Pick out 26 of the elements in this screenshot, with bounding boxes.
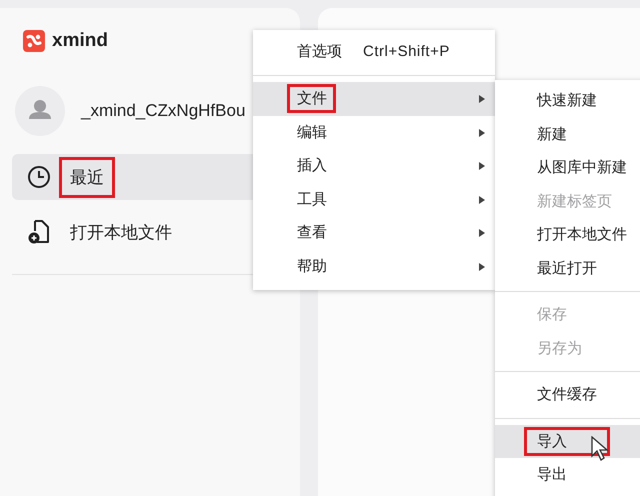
menu-item[interactable]: 文件缓存 (495, 378, 640, 412)
menu-item[interactable]: 帮助 (253, 250, 495, 283)
menu-item[interactable]: 导出 (495, 458, 640, 492)
menu-item[interactable]: 新建 (495, 118, 640, 151)
menu-item[interactable]: 首选项 Ctrl+Shift+P (253, 33, 495, 69)
menu-item[interactable]: 最近打开 (495, 252, 640, 285)
cursor-icon (591, 436, 609, 462)
logo-text: xmind (52, 30, 108, 52)
menu-item[interactable]: 查看 (253, 216, 495, 250)
submenu-arrow-icon (479, 229, 485, 237)
menu-item[interactable]: 编辑 (253, 116, 495, 149)
submenu-arrow-icon (479, 262, 485, 270)
submenu-arrow-icon (479, 196, 485, 204)
menu-item[interactable]: 快速新建 (495, 84, 640, 118)
menu-item[interactable]: 打开本地文件 (495, 218, 640, 252)
avatar-icon[interactable] (15, 86, 65, 136)
user-name[interactable]: _xmind_CZxNgHfBou (81, 101, 246, 121)
menu-item[interactable]: 从图库中新建 (495, 151, 640, 184)
menu-item[interactable]: 导入 (495, 424, 640, 458)
menu-item[interactable]: 文件 (253, 82, 495, 116)
submenu-arrow-icon (479, 128, 485, 136)
submenu-arrow-icon (479, 95, 485, 103)
file-plus-icon (27, 219, 51, 245)
submenu-arrow-icon (479, 162, 485, 170)
logo-icon (23, 30, 45, 52)
clock-icon (27, 165, 51, 189)
